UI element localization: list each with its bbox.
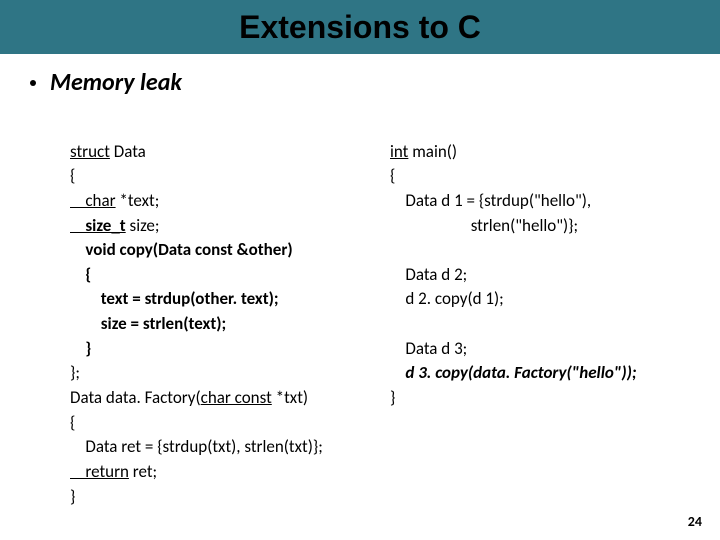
- t: *text;: [116, 190, 160, 211]
- content-area: Memory leak struct Data { char *text; si…: [0, 54, 720, 509]
- t: Data d 1 = {strdup("hello"),: [390, 190, 591, 211]
- t: Data ret = {strdup(txt), strlen(txt)};: [70, 436, 323, 457]
- t: {: [70, 412, 75, 433]
- page-number: 24: [688, 513, 702, 530]
- kw-int: int: [390, 141, 408, 162]
- t: [390, 239, 394, 260]
- t: d 2. copy(d 1);: [390, 288, 504, 309]
- code-right: int main() { Data d 1 = {strdup("hello")…: [390, 115, 690, 509]
- kw-charconst: char const: [201, 387, 272, 408]
- highlight-line: d 3. copy(data. Factory("hello"));: [390, 362, 637, 383]
- t: }: [390, 387, 395, 408]
- code-columns: struct Data { char *text; size_t size; v…: [30, 115, 690, 509]
- bullet-row: Memory leak: [30, 68, 690, 97]
- t: size = strlen(text);: [70, 313, 226, 334]
- t: size;: [126, 215, 160, 236]
- t: {: [70, 264, 91, 285]
- bullet-dot-icon: [30, 80, 36, 86]
- t: }: [70, 338, 91, 359]
- t: *txt): [272, 387, 308, 408]
- t: Data d 3;: [390, 338, 467, 359]
- t: {: [70, 165, 75, 186]
- t: ret;: [129, 461, 157, 482]
- t: Data d 2;: [390, 264, 467, 285]
- t: [390, 313, 394, 334]
- kw-struct: struct: [70, 141, 110, 162]
- t: Data data. Factory(: [70, 387, 201, 408]
- t: text = strdup(other. text);: [70, 288, 279, 309]
- title-bar: Extensions to C: [0, 0, 720, 54]
- t: };: [70, 362, 80, 383]
- bullet-text: Memory leak: [50, 68, 182, 97]
- kw-sizet: size_t: [70, 215, 126, 236]
- t: {: [390, 165, 395, 186]
- t: void copy(Data const &other): [70, 239, 293, 260]
- t: strlen("hello")};: [390, 215, 578, 236]
- t: Data: [110, 141, 146, 162]
- slide-title: Extensions to C: [239, 9, 481, 46]
- kw-char: char: [70, 190, 116, 211]
- t: }: [70, 486, 75, 507]
- code-left: struct Data { char *text; size_t size; v…: [70, 115, 380, 509]
- t: main(): [408, 141, 457, 162]
- kw-return: return: [70, 461, 129, 482]
